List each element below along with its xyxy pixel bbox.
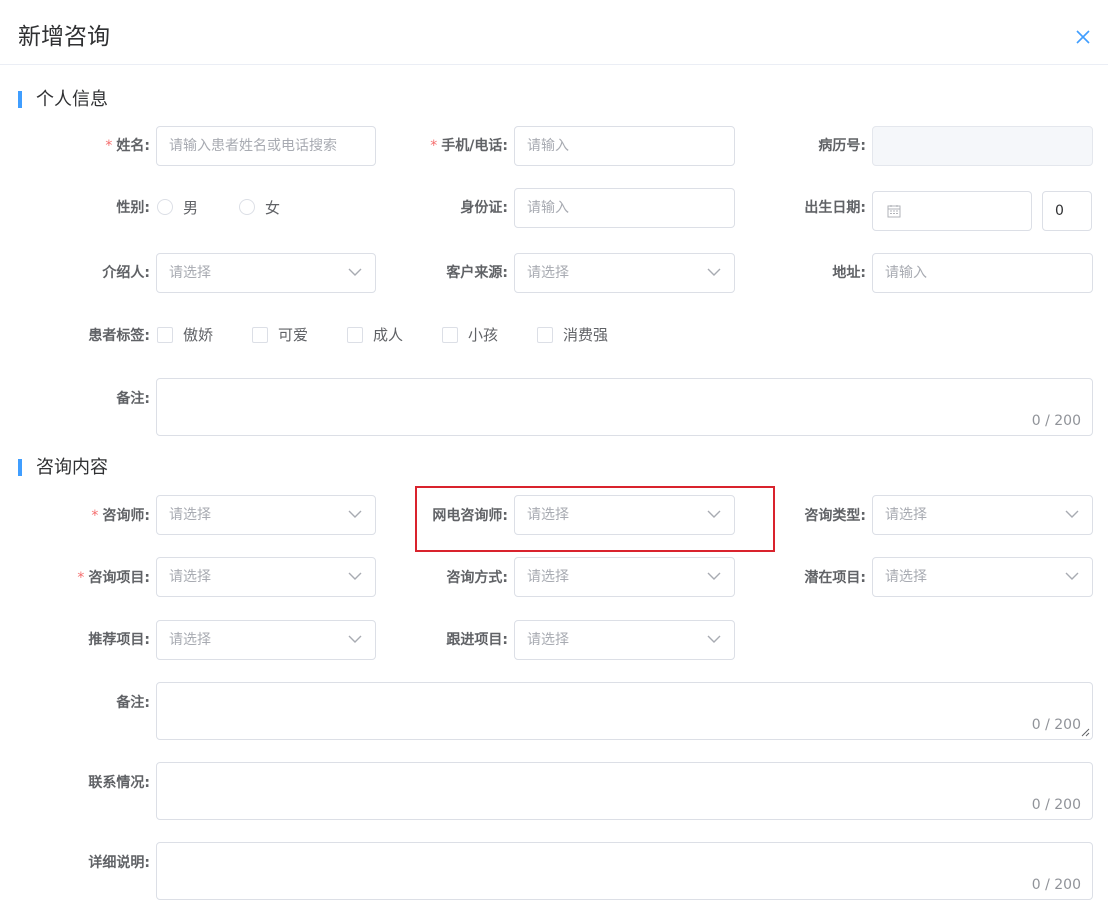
contact-label: 联系情况: <box>88 775 150 791</box>
detail-textarea[interactable]: 0 / 200 <box>156 842 1093 900</box>
tags-label: 患者标签: <box>88 328 150 344</box>
age-input[interactable]: 0 <box>1042 191 1092 231</box>
address-label: 地址: <box>832 265 866 281</box>
chevron-down-icon <box>1065 572 1079 580</box>
referrer-select[interactable]: 请选择 <box>156 253 376 293</box>
followup-project-label: 跟进项目: <box>446 632 508 648</box>
referrer-label: 介绍人: <box>102 265 150 281</box>
id-card-label: 身份证: <box>460 200 508 216</box>
resize-handle-icon[interactable] <box>1081 728 1090 737</box>
followup-project-select[interactable]: 请选择 <box>514 620 735 660</box>
phone-input[interactable]: 请输入 <box>514 126 735 166</box>
section-title-personal: 个人信息 <box>18 90 108 110</box>
consult-project-select[interactable]: 请选择 <box>156 557 376 597</box>
recommend-project-select[interactable]: 请选择 <box>156 620 376 660</box>
highlight-box <box>415 486 775 552</box>
gender-label: 性别: <box>116 200 150 216</box>
name-label: * 姓名: <box>105 138 150 154</box>
remark-label: 备注: <box>116 391 150 407</box>
recommend-project-label: 推荐项目: <box>88 632 150 648</box>
id-card-input[interactable]: 请输入 <box>514 188 735 228</box>
consultant-label: * 咨询师: <box>91 508 150 524</box>
birth-date-picker[interactable] <box>872 191 1032 231</box>
section-title-consult: 咨询内容 <box>18 458 108 478</box>
consult-method-label: 咨询方式: <box>446 570 508 586</box>
detail-label: 详细说明: <box>88 855 150 871</box>
char-count: 0 / 200 <box>1031 797 1081 813</box>
contact-textarea[interactable]: 0 / 200 <box>156 762 1093 820</box>
source-select[interactable]: 请选择 <box>514 253 735 293</box>
close-icon[interactable] <box>1073 27 1093 47</box>
potential-project-label: 潜在项目: <box>804 570 866 586</box>
phone-label: * 手机/电话: <box>430 138 508 154</box>
record-no-label: 病历号: <box>818 138 866 154</box>
source-label: 客户来源: <box>446 265 508 281</box>
chevron-down-icon <box>1065 510 1079 518</box>
dialog-header: 新增咨询 <box>0 0 1108 65</box>
record-no-input <box>872 126 1093 166</box>
address-input[interactable]: 请输入 <box>872 253 1093 293</box>
consult-remark-label: 备注: <box>116 695 150 711</box>
char-count: 0 / 200 <box>1031 717 1081 733</box>
name-input[interactable]: 请输入患者姓名或电话搜索 <box>156 126 376 166</box>
char-count: 0 / 200 <box>1031 413 1081 429</box>
chevron-down-icon <box>707 635 721 643</box>
potential-project-select[interactable]: 请选择 <box>872 557 1093 597</box>
dialog-title: 新增咨询 <box>18 24 110 50</box>
birth-date-label: 出生日期: <box>804 200 866 216</box>
calendar-icon <box>887 205 901 218</box>
remark-textarea[interactable]: 0 / 200 <box>156 378 1093 436</box>
consult-remark-textarea[interactable]: 0 / 200 <box>156 682 1093 740</box>
consultant-select[interactable]: 请选择 <box>156 495 376 535</box>
char-count: 0 / 200 <box>1031 877 1081 893</box>
consult-method-select[interactable]: 请选择 <box>514 557 735 597</box>
consult-project-label: * 咨询项目: <box>77 570 150 586</box>
consult-type-select[interactable]: 请选择 <box>872 495 1093 535</box>
